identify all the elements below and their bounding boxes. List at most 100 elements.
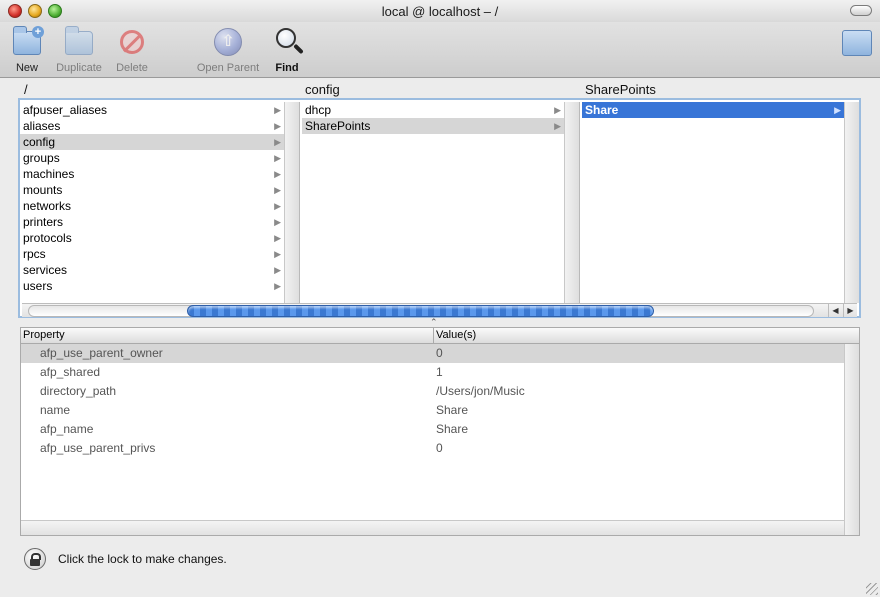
list-item-rpcs[interactable]: rpcs ▶ <box>20 246 299 262</box>
list-item-aliases[interactable]: aliases ▶ <box>20 118 299 134</box>
new-folder-icon: + <box>10 26 44 58</box>
column-header-config: config <box>305 82 340 97</box>
open-parent-label: Open Parent <box>196 62 260 74</box>
list-item-label: machines <box>23 167 75 181</box>
scroll-right-arrow-icon[interactable]: ▶ <box>843 304 857 317</box>
disclosure-arrow-icon: ▶ <box>834 105 841 115</box>
list-item-label: SharePoints <box>305 119 371 133</box>
property-value[interactable]: 0 <box>436 439 443 458</box>
column-scrollbar[interactable] <box>564 102 579 303</box>
new-label: New <box>15 62 38 74</box>
disclosure-arrow-icon: ▶ <box>274 105 281 115</box>
duplicate-button[interactable]: Duplicate <box>50 26 108 76</box>
column-browser: afpuser_aliases ▶ aliases ▶ config ▶ groups… <box>18 98 861 318</box>
column-scrollbar[interactable] <box>844 102 859 303</box>
property-value[interactable]: /Users/jon/Music <box>436 382 525 401</box>
open-parent-button[interactable]: ⇧ Open Parent <box>192 26 264 76</box>
duplicate-icon <box>62 26 96 58</box>
list-item-printers[interactable]: printers ▶ <box>20 214 299 230</box>
table-row[interactable]: afp_name Share <box>21 420 844 439</box>
scroll-thumb[interactable] <box>187 305 654 317</box>
list-item-afpuser-aliases[interactable]: afpuser_aliases ▶ <box>20 102 299 118</box>
list-item-sharepoints[interactable]: SharePoints ▶ <box>302 118 579 134</box>
list-item-machines[interactable]: machines ▶ <box>20 166 299 182</box>
browser-column-sharepoints: Share ▶ <box>582 102 859 303</box>
property-table-header: Property Value(s) <box>21 328 859 344</box>
toolbar-toggle-button[interactable] <box>850 5 872 16</box>
scroll-left-arrow-icon[interactable]: ◀ <box>828 304 842 317</box>
property-name: name <box>40 403 71 417</box>
delete-icon <box>115 26 149 58</box>
lock-icon[interactable] <box>24 548 46 570</box>
title-bar: local @ localhost – / <box>0 0 880 22</box>
list-item-label: aliases <box>23 119 61 133</box>
list-item-config[interactable]: config ▶ <box>20 134 299 150</box>
table-row[interactable]: afp_use_parent_privs 0 <box>21 439 844 458</box>
delete-label: Delete <box>116 62 148 74</box>
column-header-root: / <box>24 82 28 97</box>
disclosure-arrow-icon: ▶ <box>274 153 281 163</box>
list-item-label: dhcp <box>305 103 332 117</box>
property-value[interactable]: 1 <box>436 363 443 382</box>
globe-up-arrow-icon: ⇧ <box>211 26 245 58</box>
duplicate-label: Duplicate <box>56 62 102 74</box>
magnifying-glass-icon <box>270 26 304 58</box>
disclosure-arrow-icon: ▶ <box>554 105 561 115</box>
table-row[interactable]: name Share <box>21 401 844 420</box>
property-value[interactable]: 0 <box>436 344 443 363</box>
window-title: local @ localhost – / <box>381 4 499 19</box>
property-table-body: afp_use_parent_owner 0 afp_shared 1 dire… <box>21 344 844 520</box>
new-button[interactable]: + New <box>8 26 46 76</box>
column-header-property[interactable]: Property <box>23 328 65 343</box>
list-item-services[interactable]: services ▶ <box>20 262 299 278</box>
browser-column-config: dhcp ▶ SharePoints ▶ <box>302 102 580 303</box>
list-item-mounts[interactable]: mounts ▶ <box>20 182 299 198</box>
list-item-label: networks <box>23 199 72 213</box>
disclosure-arrow-icon: ▶ <box>274 281 281 291</box>
disclosure-arrow-icon: ▶ <box>274 249 281 259</box>
folder-icon[interactable] <box>842 30 872 56</box>
list-item-label: Share <box>585 103 619 117</box>
list-item-share[interactable]: Share ▶ <box>582 102 859 118</box>
disclosure-arrow-icon: ▶ <box>274 185 281 195</box>
list-item-dhcp[interactable]: dhcp ▶ <box>302 102 579 118</box>
property-value[interactable]: Share <box>436 420 468 439</box>
disclosure-arrow-icon: ▶ <box>274 169 281 179</box>
list-item-networks[interactable]: networks ▶ <box>20 198 299 214</box>
toolbar: + New Duplicate Delete ⇧ Open Parent Fin… <box>0 22 880 78</box>
list-item-label: mounts <box>23 183 63 197</box>
disclosure-arrow-icon: ▶ <box>274 201 281 211</box>
browser-horizontal-scrollbar[interactable]: ◀ ▶ <box>22 303 857 317</box>
list-item-protocols[interactable]: protocols ▶ <box>20 230 299 246</box>
find-button[interactable]: Find <box>270 26 304 76</box>
property-name: afp_name <box>40 422 94 436</box>
list-item-label: config <box>23 135 56 149</box>
list-item-label: protocols <box>23 231 72 245</box>
property-name: afp_use_parent_privs <box>40 441 156 455</box>
property-table-vertical-scrollbar[interactable] <box>844 344 859 535</box>
list-item-label: afpuser_aliases <box>23 103 108 117</box>
table-row[interactable]: directory_path /Users/jon/Music <box>21 382 844 401</box>
list-item-groups[interactable]: groups ▶ <box>20 150 299 166</box>
table-row[interactable]: afp_use_parent_owner 0 <box>21 344 844 363</box>
browser-column-root: afpuser_aliases ▶ aliases ▶ config ▶ groups… <box>20 102 300 303</box>
disclosure-arrow-icon: ▶ <box>554 121 561 131</box>
resize-grip-icon[interactable] <box>866 583 878 595</box>
column-header-sharepoints: SharePoints <box>585 82 656 97</box>
list-item-label: rpcs <box>23 247 46 261</box>
table-row[interactable]: afp_shared 1 <box>21 363 844 382</box>
delete-button[interactable]: Delete <box>112 26 152 76</box>
list-item-users[interactable]: users ▶ <box>20 278 299 294</box>
list-item-label: groups <box>23 151 60 165</box>
disclosure-arrow-icon: ▶ <box>274 233 281 243</box>
property-table-horizontal-scrollbar[interactable] <box>21 520 844 535</box>
lock-status-text: Click the lock to make changes. <box>58 552 227 566</box>
list-item-label: services <box>23 263 68 277</box>
column-scrollbar[interactable] <box>284 102 299 303</box>
disclosure-arrow-icon: ▶ <box>274 265 281 275</box>
find-label: Find <box>275 62 299 74</box>
column-header-values[interactable]: Value(s) <box>433 328 476 343</box>
list-item-label: users <box>23 279 53 293</box>
property-value[interactable]: Share <box>436 401 468 420</box>
disclosure-arrow-icon: ▶ <box>274 137 281 147</box>
